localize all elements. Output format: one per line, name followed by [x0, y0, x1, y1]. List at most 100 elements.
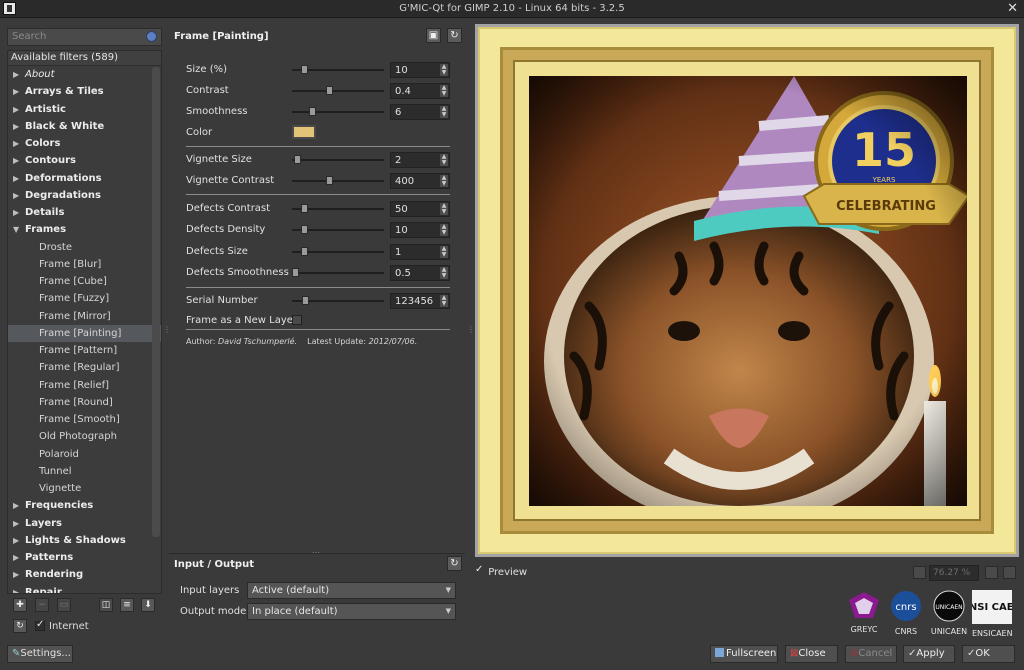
tree-category[interactable]: ▶ Contours — [8, 152, 161, 169]
slider-handle[interactable] — [326, 176, 334, 185]
tree-category[interactable]: ▶ Rendering — [8, 566, 161, 583]
cancel-button[interactable]: ⊘Cancel — [845, 645, 897, 663]
tree-category[interactable]: ▶ Layers — [8, 515, 161, 532]
add-favorite-icon[interactable]: ✚ — [13, 598, 27, 612]
tree-category[interactable]: ▶ Artistic — [8, 101, 161, 118]
window-close-icon[interactable]: ✕ — [1007, 1, 1018, 16]
new-layer-checkbox[interactable] — [292, 315, 302, 326]
settings-button[interactable]: ✎Settings... — [7, 645, 73, 663]
tree-category[interactable]: ▼ Frames — [8, 221, 161, 238]
tree-scrollbar[interactable] — [152, 67, 160, 537]
tree-filter-item[interactable]: Frame [Relief] — [8, 377, 161, 394]
search-input[interactable]: Search — [7, 28, 162, 46]
tree-category[interactable]: ▶ About — [8, 66, 161, 83]
remove-favorite-icon[interactable]: − — [35, 598, 49, 612]
color-swatch[interactable] — [292, 125, 316, 139]
spin-arrows-icon[interactable]: ▲ ▼ — [440, 154, 448, 166]
tree-filter-item[interactable]: Frame [Round] — [8, 394, 161, 411]
tree-category[interactable]: ▶ Frequencies — [8, 497, 161, 514]
zoom-field[interactable]: 76.27 % — [929, 565, 979, 581]
tree-filter-item[interactable]: Vignette — [8, 480, 161, 497]
param-slider[interactable] — [292, 180, 384, 182]
tree-filter-item[interactable]: Frame [Pattern] — [8, 342, 161, 359]
tree-category[interactable]: ▶ Lights & Shadows — [8, 532, 161, 549]
slider-handle[interactable] — [309, 107, 317, 116]
spin-arrows-icon[interactable]: ▲ ▼ — [440, 64, 448, 76]
spin-arrows-icon[interactable]: ▲ ▼ — [440, 246, 448, 258]
spin-arrows-icon[interactable]: ▲ ▼ — [440, 224, 448, 236]
slider-handle[interactable] — [300, 247, 308, 256]
internet-checkbox[interactable] — [35, 619, 45, 632]
zoom-fit-icon[interactable] — [985, 566, 998, 579]
tree-filter-item[interactable]: Frame [Mirror] — [8, 308, 161, 325]
chevron-down-icon[interactable]: ▼ — [13, 221, 19, 238]
tree-filter-item[interactable]: Tunnel — [8, 463, 161, 480]
chevron-right-icon[interactable]: ▶ — [13, 170, 19, 187]
expand-all-icon[interactable]: ⬇ — [141, 598, 155, 612]
slider-handle[interactable] — [302, 296, 310, 305]
chevron-right-icon[interactable]: ▶ — [13, 497, 19, 514]
spin-arrows-icon[interactable]: ▲ ▼ — [440, 175, 448, 187]
spin-arrows-icon[interactable]: ▲ ▼ — [440, 85, 448, 97]
chevron-right-icon[interactable]: ▶ — [13, 204, 19, 221]
chevron-right-icon[interactable]: ▶ — [13, 187, 19, 204]
splitter-handle[interactable]: ⋮ — [467, 325, 475, 334]
chevron-right-icon[interactable]: ▶ — [13, 135, 19, 152]
spin-arrows-icon[interactable]: ▲ ▼ — [440, 106, 448, 118]
zoom-out-icon[interactable] — [913, 566, 926, 579]
chevron-right-icon[interactable]: ▶ — [13, 566, 19, 583]
reset-parameters-icon[interactable]: ↻ — [447, 28, 462, 43]
chevron-right-icon[interactable]: ▶ — [13, 515, 19, 532]
chevron-right-icon[interactable]: ▶ — [13, 66, 19, 83]
preview-toggle[interactable]: Preview — [475, 564, 527, 578]
output-mode-select[interactable]: In place (default) ▼ — [247, 603, 456, 620]
preview-area[interactable]: 15 YEARS CELEBRATING — [475, 24, 1019, 557]
param-spinbox[interactable]: 6 ▲ ▼ — [390, 104, 450, 120]
tree-filter-item[interactable]: Old Photograph — [8, 428, 161, 445]
io-reset-icon[interactable]: ↻ — [447, 556, 462, 571]
param-slider[interactable] — [292, 272, 384, 274]
slider-handle[interactable] — [300, 204, 308, 213]
tree-filter-item[interactable]: Frame [Smooth] — [8, 411, 161, 428]
tree-filter-item[interactable]: Frame [Cube] — [8, 273, 161, 290]
chevron-right-icon[interactable]: ▶ — [13, 532, 19, 549]
tree-category[interactable]: ▶ Degradations — [8, 187, 161, 204]
tree-category[interactable]: ▶ Patterns — [8, 549, 161, 566]
rename-favorite-icon[interactable]: ▭ — [57, 598, 71, 612]
tree-category[interactable]: ▶ Colors — [8, 135, 161, 152]
param-slider[interactable] — [292, 159, 384, 161]
chevron-right-icon[interactable]: ▶ — [13, 584, 19, 594]
slider-handle[interactable] — [300, 65, 308, 74]
param-spinbox[interactable]: 2 ▲ ▼ — [390, 152, 450, 168]
param-spinbox[interactable]: 0.5 ▲ ▼ — [390, 265, 450, 281]
copy-to-clipboard-icon[interactable]: ▣ — [426, 28, 441, 43]
spin-arrows-icon[interactable]: ▲ ▼ — [440, 203, 448, 215]
tree-filter-item[interactable]: Frame [Blur] — [8, 256, 161, 273]
io-splitter-handle[interactable]: ⋯ — [312, 548, 320, 557]
slider-handle[interactable] — [326, 86, 334, 95]
slider-handle[interactable] — [292, 268, 299, 277]
param-spinbox[interactable]: 10 ▲ ▼ — [390, 62, 450, 78]
fullscreen-button[interactable]: Fullscreen — [710, 645, 778, 663]
refresh-icon[interactable]: ↻ — [13, 619, 27, 633]
tree-filter-item[interactable]: Frame [Painting] — [8, 324, 161, 342]
param-spinbox[interactable]: 50 ▲ ▼ — [390, 201, 450, 217]
close-button[interactable]: ⊠Close — [785, 645, 838, 663]
slider-handle[interactable] — [300, 225, 308, 234]
tree-category[interactable]: ▶ Repair — [8, 584, 161, 594]
splitter-handle[interactable]: ⋮ — [163, 325, 171, 334]
param-slider[interactable] — [292, 111, 384, 113]
list-view-icon[interactable]: ≡ — [120, 598, 134, 612]
toggle-visibility-icon[interactable]: ◫ — [99, 598, 113, 612]
tree-filter-item[interactable]: Frame [Fuzzy] — [8, 290, 161, 307]
slider-handle[interactable] — [293, 155, 301, 164]
tree-filter-item[interactable]: Droste — [8, 239, 161, 256]
param-spinbox[interactable]: 400 ▲ ▼ — [390, 173, 450, 189]
tree-category[interactable]: ▶ Arrays & Tiles — [8, 83, 161, 100]
apply-button[interactable]: ✓Apply — [903, 645, 955, 663]
tree-category[interactable]: ▶ Black & White — [8, 118, 161, 135]
tree-category[interactable]: ▶ Details — [8, 204, 161, 221]
tree-category[interactable]: ▶ Deformations — [8, 170, 161, 187]
chevron-right-icon[interactable]: ▶ — [13, 83, 19, 100]
tree-filter-item[interactable]: Polaroid — [8, 446, 161, 463]
